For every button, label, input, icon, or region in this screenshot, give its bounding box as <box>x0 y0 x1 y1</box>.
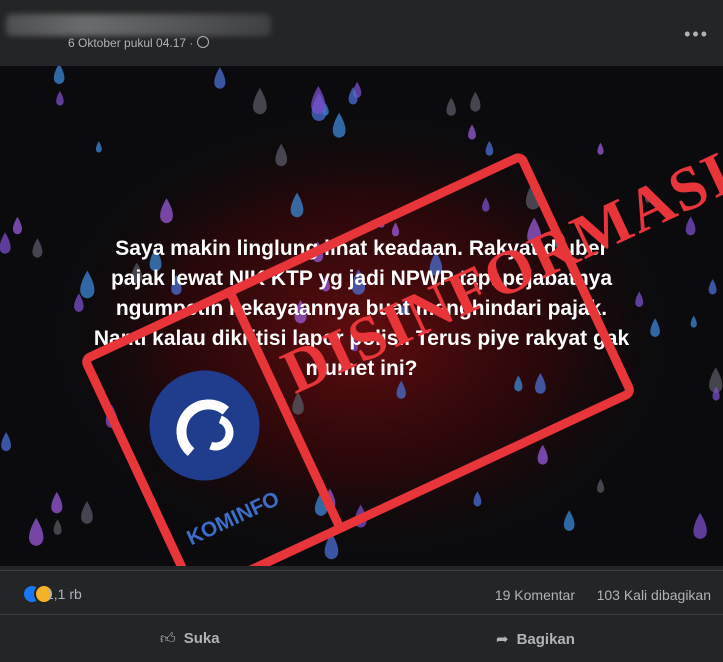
text-line: ngumpetin kekayaannya buat menghindari p… <box>115 297 608 320</box>
post-image-text: Saya makin linglung lihat keadaan. Rakya… <box>30 234 693 384</box>
share-button[interactable]: ➦ Bagikan <box>496 630 575 648</box>
text-line: mumet ini? <box>305 357 418 380</box>
timestamp-text: 6 Oktober pukul 04.17 · <box>68 36 194 50</box>
post-timestamp[interactable]: 6 Oktober pukul 04.17 · <box>68 36 210 50</box>
comment-count[interactable]: 19 Komentar <box>495 587 575 603</box>
share-count[interactable]: 103 Kali dibagikan <box>597 587 711 603</box>
share-arrow-icon: ➦ <box>496 631 509 648</box>
text-line: Saya makin linglung lihat keadaan. Rakya… <box>115 237 608 260</box>
divider <box>0 614 723 615</box>
like-label: Suka <box>183 630 220 647</box>
more-options-button[interactable]: ••• <box>684 24 709 45</box>
post-header: 6 Oktober pukul 04.17 · ••• <box>0 0 723 64</box>
post-actions: 👍︎ Suka ➦ Bagikan <box>0 622 723 658</box>
text-line: Nanti kalau dikritisi lapor polisi. Teru… <box>93 327 630 350</box>
reaction-count[interactable]: 1,1 rb <box>46 586 82 602</box>
blurred-author-name <box>6 14 271 36</box>
post-image[interactable]: Saya makin linglung lihat keadaan. Rakya… <box>0 66 723 566</box>
text-line: pajak lewat NIK KTP yg jadi NPWP tapi pe… <box>110 267 613 290</box>
like-button[interactable]: 👍︎ Suka <box>160 630 220 648</box>
globe-icon <box>197 36 210 48</box>
share-label: Bagikan <box>516 631 575 648</box>
thumbs-up-icon: 👍︎ <box>160 630 176 647</box>
divider <box>0 570 723 571</box>
post-stats: 1,1 rb 19 Komentar 103 Kali dibagikan <box>0 576 723 612</box>
